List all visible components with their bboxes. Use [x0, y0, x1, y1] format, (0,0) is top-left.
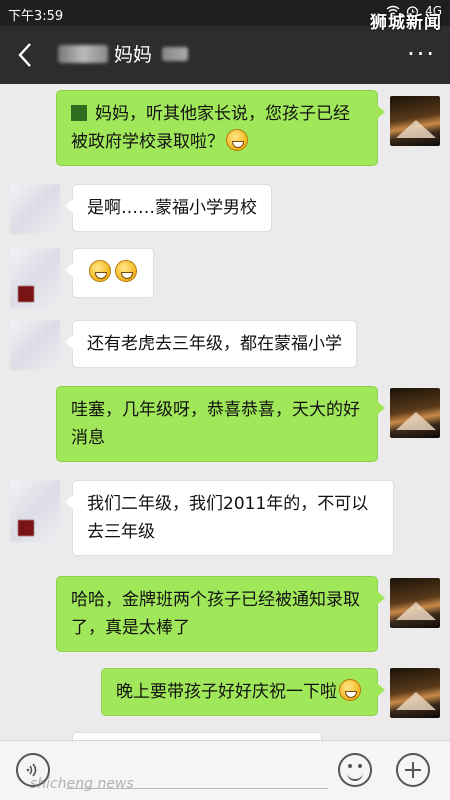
sticker-icon: [71, 105, 87, 121]
back-button[interactable]: [14, 40, 38, 70]
redacted-suffix: [162, 46, 189, 61]
more-dots-icon: ···: [407, 40, 436, 68]
emoji-button[interactable]: [338, 753, 372, 787]
my-avatar[interactable]: [390, 578, 440, 628]
grin-emoji-icon: [226, 129, 248, 151]
contact-avatar[interactable]: [10, 184, 60, 234]
outgoing-message-bubble[interactable]: 晚上要带孩子好好庆祝一下啦: [101, 668, 385, 716]
grin-emoji-icon: [115, 260, 137, 282]
celebrate-emoji-icon: [339, 679, 361, 701]
chat-header: 妈妈 ···: [0, 26, 450, 84]
message-text: 晚上要带孩子好好庆祝一下啦: [116, 682, 337, 702]
contact-avatar[interactable]: [10, 320, 60, 370]
incoming-message-bubble[interactable]: 我们二年级，我们2011年的，不可以去三年级: [65, 480, 394, 556]
contact-name: 妈妈: [114, 44, 153, 66]
incoming-message-bubble[interactable]: 还有老虎去三年级，都在蒙福小学: [65, 320, 357, 368]
chevron-left-icon: [18, 43, 31, 67]
outgoing-message-bubble[interactable]: 妈妈，听其他家长说，您孩子已经被政府学校录取啦？: [56, 90, 385, 166]
message-text: 哇塞，几年级呀，恭喜恭喜，天大的好消息: [71, 400, 360, 448]
contact-avatar[interactable]: [10, 480, 60, 542]
news-watermark: 狮城新闻: [370, 13, 442, 33]
message-text: 哈哈，金牌班两个孩子已经被通知录取了，真是太棒了: [71, 590, 360, 638]
outgoing-message-bubble[interactable]: 哇塞，几年级呀，恭喜恭喜，天大的好消息: [56, 386, 385, 462]
incoming-message-bubble[interactable]: [65, 248, 154, 298]
message-text: 还有老虎去三年级，都在蒙福小学: [87, 334, 342, 354]
more-functions-button[interactable]: [396, 753, 430, 787]
incoming-message-bubble[interactable]: [72, 732, 322, 740]
status-time: 下午3:59: [8, 9, 64, 24]
outgoing-message-bubble[interactable]: 哈哈，金牌班两个孩子已经被通知录取了，真是太棒了: [56, 576, 385, 652]
my-avatar[interactable]: [390, 668, 440, 718]
more-options-button[interactable]: ···: [407, 40, 436, 68]
message-text: 我们二年级，我们2011年的，不可以去三年级: [87, 494, 369, 542]
bottom-watermark: shicheng news: [30, 776, 134, 792]
my-avatar[interactable]: [390, 96, 440, 146]
incoming-message-bubble[interactable]: 是啊……蒙福小学男校: [65, 184, 272, 232]
contact-avatar[interactable]: [10, 248, 60, 308]
message-text: 是啊……蒙福小学男校: [87, 198, 257, 218]
grin-emoji-icon: [89, 260, 111, 282]
message-list[interactable]: 妈妈，听其他家长说，您孩子已经被政府学校录取啦？ 是啊……蒙福小学男校 还有老虎…: [0, 84, 450, 740]
chat-title: 妈妈: [58, 40, 189, 67]
redacted-name: [58, 44, 108, 63]
my-avatar[interactable]: [390, 388, 440, 438]
message-text: 妈妈，听其他家长说，您孩子已经被政府学校录取啦？: [71, 104, 350, 152]
